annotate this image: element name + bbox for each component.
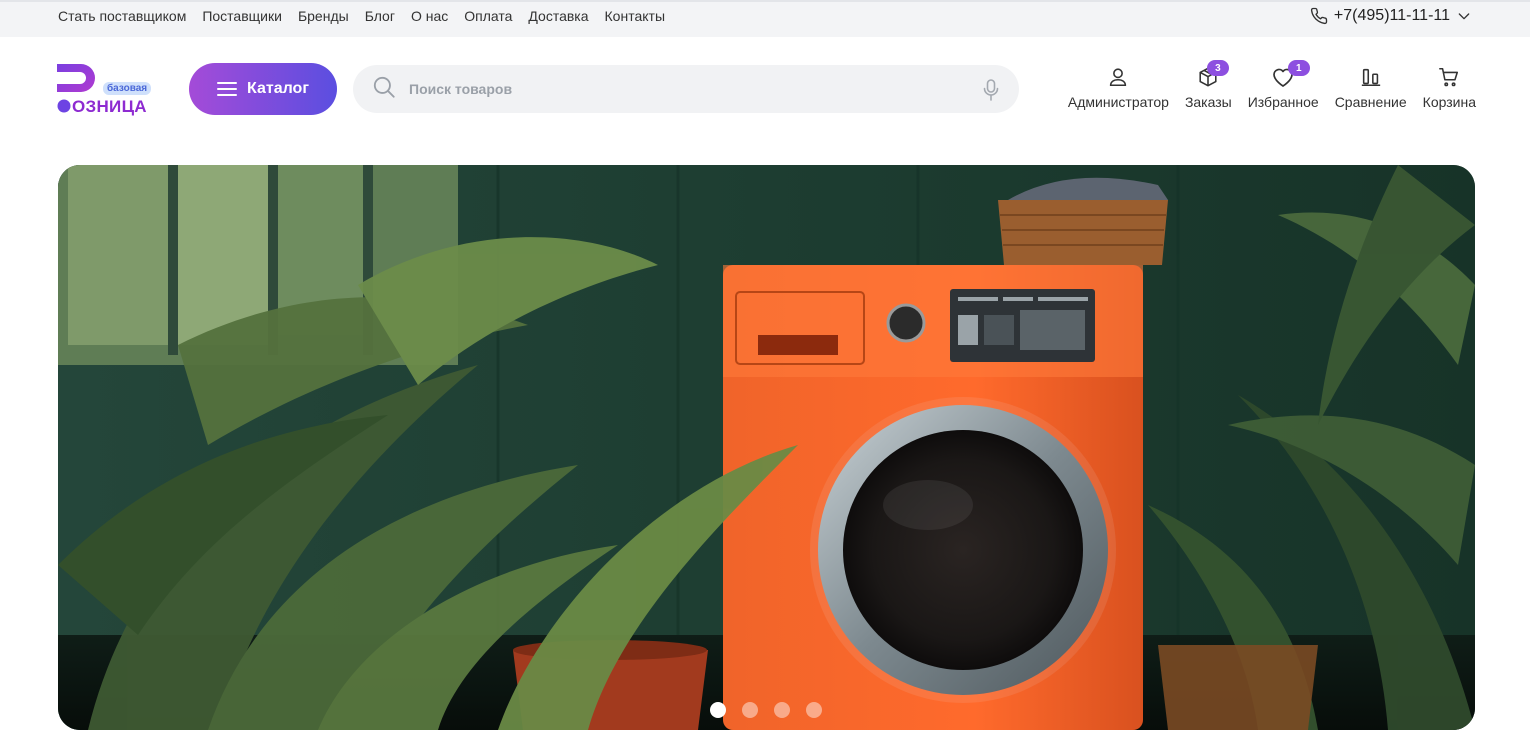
carousel-dots [710,702,822,718]
site-logo[interactable]: базовая ОЗНИЦА [57,62,153,118]
microphone-icon[interactable] [983,79,999,106]
compare-button[interactable]: Сравнение [1335,64,1407,110]
favorites-count-badge: 1 [1287,60,1310,76]
search-icon[interactable] [371,74,397,105]
top-nav-become-supplier[interactable]: Стать поставщиком [58,8,186,24]
chevron-down-icon [1456,8,1472,24]
cart-button[interactable]: Корзина [1423,64,1476,110]
top-nav-payment[interactable]: Оплата [464,8,512,24]
orders-label: Заказы [1184,94,1232,110]
account-label: Администратор [1067,94,1169,110]
hero-banner[interactable] [58,165,1475,730]
logo-wordmark: ОЗНИЦА [72,97,147,116]
search-input[interactable] [409,81,949,97]
phone-icon [1310,7,1328,25]
top-bar: Стать поставщиком Поставщики Бренды Блог… [0,0,1530,37]
search-bar [353,65,1019,113]
header-actions: Администратор 3 Заказы 1 Избранное Сравн… [1068,60,1476,110]
orders-count-badge: 3 [1206,60,1229,76]
top-nav-contacts[interactable]: Контакты [605,8,665,24]
compare-label: Сравнение [1334,94,1407,110]
logo-badge: базовая [103,82,152,95]
top-nav: Стать поставщиком Поставщики Бренды Блог… [58,8,665,24]
cart-label: Корзина [1422,94,1476,110]
top-nav-about[interactable]: О нас [411,8,448,24]
catalog-button[interactable]: Каталог [189,63,337,115]
account-button[interactable]: Администратор [1068,64,1169,110]
top-nav-delivery[interactable]: Доставка [528,8,588,24]
phone-dropdown[interactable]: +7(495)11-11-11 [1310,7,1472,25]
carousel-dot[interactable] [806,702,822,718]
menu-icon [217,82,237,96]
carousel-dot[interactable] [710,702,726,718]
top-nav-brands[interactable]: Бренды [298,8,349,24]
cart-icon [1438,64,1460,90]
user-icon [1107,64,1129,90]
compare-icon [1360,64,1382,90]
favorites-button[interactable]: 1 Избранное [1247,60,1319,110]
top-nav-suppliers[interactable]: Поставщики [202,8,282,24]
carousel-dot[interactable] [774,702,790,718]
orders-button[interactable]: 3 Заказы [1184,60,1232,110]
carousel-dot[interactable] [742,702,758,718]
hero-image [58,165,1475,730]
favorites-label: Избранное [1247,94,1319,110]
phone-number: +7(495)11-11-11 [1333,7,1450,24]
top-nav-blog[interactable]: Блог [365,8,395,24]
catalog-button-label: Каталог [247,80,309,97]
